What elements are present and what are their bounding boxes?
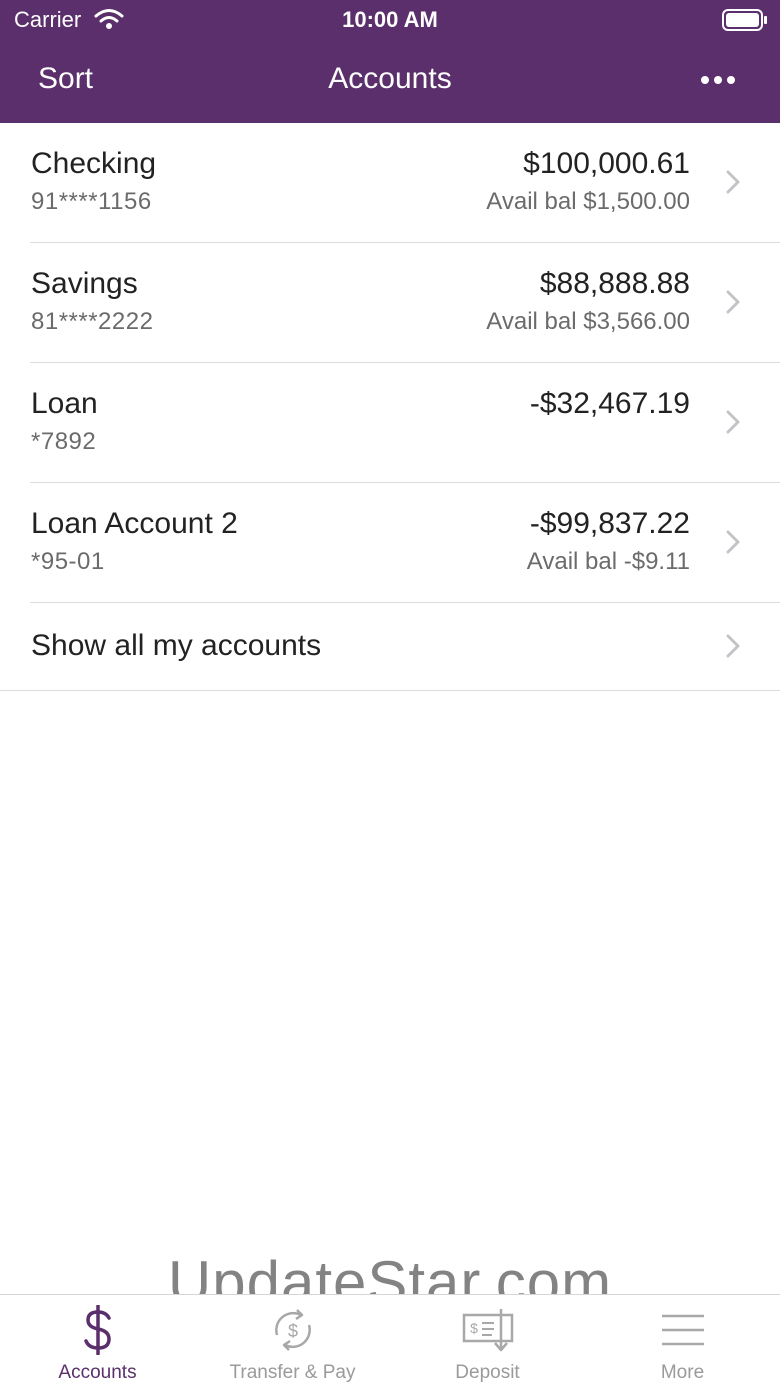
page-title: Accounts bbox=[328, 62, 452, 95]
account-balance: -$99,837.22 bbox=[529, 507, 690, 540]
tab-label: Deposit bbox=[455, 1362, 520, 1383]
account-name: Loan bbox=[31, 387, 98, 420]
status-bar: Carrier 10:00 AM bbox=[0, 0, 780, 40]
tab-label: Transfer & Pay bbox=[229, 1362, 356, 1383]
available-balance: Avail bal $1,500.00 bbox=[486, 188, 690, 215]
chevron-right-icon bbox=[726, 290, 740, 319]
more-options-icon[interactable] bbox=[700, 72, 736, 90]
tab-deposit[interactable]: $ Deposit bbox=[390, 1295, 585, 1388]
menu-icon bbox=[585, 1305, 780, 1355]
transfer-icon: $ bbox=[195, 1305, 390, 1355]
account-row-checking[interactable]: Checking 91****1156 $100,000.61 Avail ba… bbox=[0, 123, 780, 243]
dollar-icon bbox=[0, 1305, 195, 1355]
account-number: 81****2222 bbox=[31, 308, 154, 335]
chevron-right-icon bbox=[726, 634, 740, 663]
account-name: Savings bbox=[31, 267, 138, 300]
svg-text:$: $ bbox=[470, 1320, 478, 1336]
tab-more[interactable]: More bbox=[585, 1295, 780, 1388]
tab-bar: Accounts $ Transfer & Pay $ Deposit More bbox=[0, 1294, 780, 1388]
account-balance: $88,888.88 bbox=[539, 267, 690, 300]
account-number: *95-01 bbox=[31, 548, 105, 575]
check-deposit-icon: $ bbox=[390, 1305, 585, 1355]
account-name: Checking bbox=[31, 147, 157, 180]
account-row-savings[interactable]: Savings 81****2222 $88,888.88 Avail bal … bbox=[0, 243, 780, 363]
navigation-bar: Sort Accounts bbox=[0, 40, 780, 123]
show-all-accounts-label: Show all my accounts bbox=[31, 629, 322, 662]
account-row-loan-account-2[interactable]: Loan Account 2 *95-01 -$99,837.22 Avail … bbox=[0, 483, 780, 603]
tab-transfer-and-pay[interactable]: $ Transfer & Pay bbox=[195, 1295, 390, 1388]
tab-label: Accounts bbox=[58, 1362, 137, 1383]
account-balance: $100,000.61 bbox=[523, 147, 690, 180]
account-row-loan[interactable]: Loan *7892 -$32,467.19 bbox=[0, 363, 780, 483]
status-time: 10:00 AM bbox=[342, 7, 438, 32]
account-balance: -$32,467.19 bbox=[529, 387, 690, 420]
account-name: Loan Account 2 bbox=[31, 507, 238, 540]
available-balance: Avail bal $3,566.00 bbox=[486, 308, 690, 335]
account-number: *7892 bbox=[31, 428, 97, 455]
chevron-right-icon bbox=[726, 530, 740, 559]
show-all-accounts-button[interactable]: Show all my accounts bbox=[0, 603, 780, 691]
tab-label: More bbox=[660, 1362, 705, 1383]
chevron-right-icon bbox=[726, 170, 740, 199]
available-balance: Avail bal -$9.11 bbox=[526, 548, 690, 575]
tab-accounts[interactable]: Accounts bbox=[0, 1295, 195, 1388]
svg-text:$: $ bbox=[287, 1321, 297, 1341]
account-list: Checking 91****1156 $100,000.61 Avail ba… bbox=[0, 123, 780, 691]
account-number: 91****1156 bbox=[31, 188, 152, 215]
chevron-right-icon bbox=[726, 410, 740, 439]
battery-icon bbox=[722, 9, 768, 36]
